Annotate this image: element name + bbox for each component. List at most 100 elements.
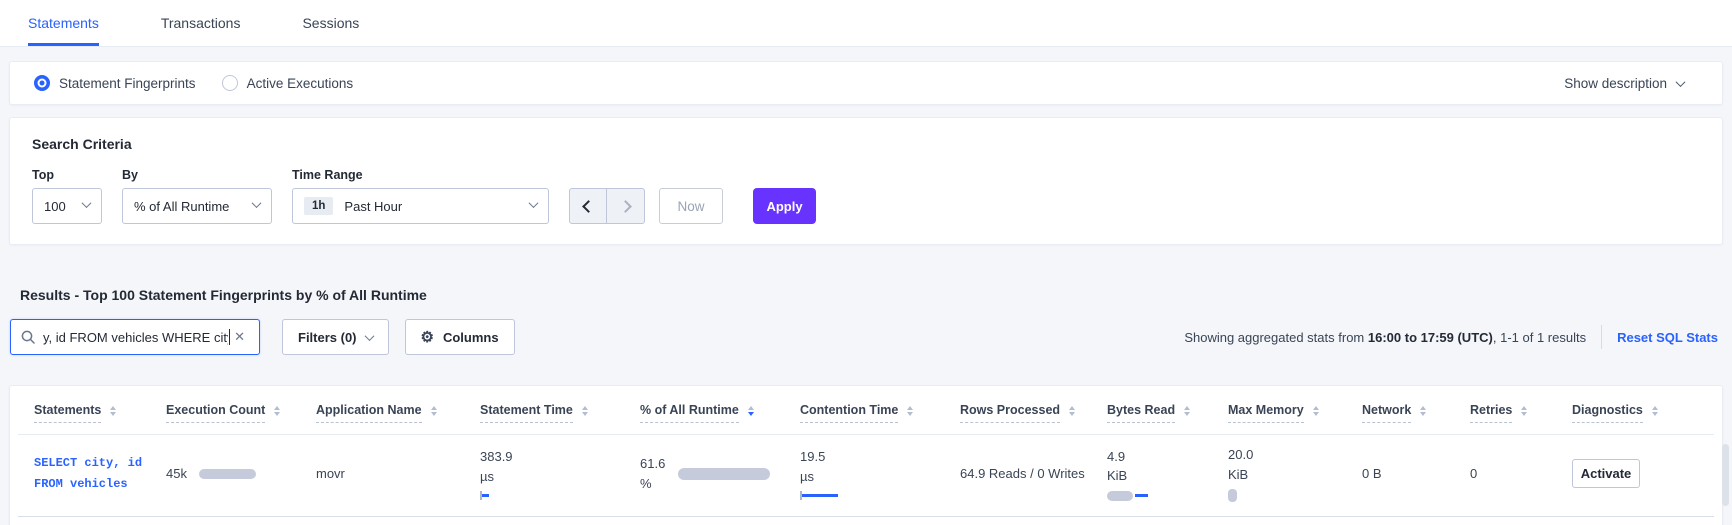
col-header-rows-processed[interactable]: Rows Processed [954, 386, 1101, 435]
col-header-pct-all-runtime[interactable]: % of All Runtime [634, 386, 794, 435]
time-range-field: Time Range 1h Past Hour [292, 168, 549, 224]
col-header-statements[interactable]: Statements [18, 386, 160, 435]
columns-button-label: Columns [442, 329, 499, 345]
sort-icon [1420, 406, 1427, 416]
page-tabbar: Statements Transactions Sessions [0, 0, 1732, 47]
stats-time-range: 16:00 to 17:59 (UTC) [1367, 329, 1493, 345]
table-header-row: Statements Execution Count Application N… [18, 386, 1714, 435]
clear-search-icon[interactable]: ✕ [230, 327, 249, 347]
col-header-network[interactable]: Network [1356, 386, 1464, 435]
show-description-label: Show description [1564, 75, 1667, 91]
pct-runtime-cell: 61.6 % [640, 454, 788, 493]
col-header-bytes-read[interactable]: Bytes Read [1101, 386, 1222, 435]
top-select-value: 100 [44, 198, 66, 214]
radio-selected-icon [34, 75, 50, 91]
top-field: Top 100 [32, 168, 102, 224]
results-table-card: Statements Execution Count Application N… [9, 385, 1723, 525]
tab-transactions[interactable]: Transactions [161, 0, 241, 46]
sort-icon [581, 406, 588, 416]
apply-button[interactable]: Apply [753, 188, 816, 224]
radio-unselected-icon [221, 75, 238, 91]
top-label: Top [32, 168, 54, 182]
time-range-label: Time Range [292, 168, 363, 182]
rows-processed-cell: 64.9 Reads / 0 Writes [960, 466, 1085, 481]
execution-count-bar [198, 468, 256, 479]
tab-statements[interactable]: Statements [28, 0, 99, 46]
results-toolbar-right: Showing aggregated stats from 16:00 to 1… [1184, 325, 1722, 349]
sort-icon [1184, 406, 1191, 416]
aggregated-stats-text: Showing aggregated stats from 16:00 to 1… [1184, 329, 1587, 345]
chevron-down-icon [81, 198, 92, 209]
radio-statement-fingerprints[interactable]: Statement Fingerprints [34, 75, 196, 91]
col-header-application-name[interactable]: Application Name [310, 386, 474, 435]
radio-active-executions-label: Active Executions [246, 75, 354, 91]
max-memory-bar [1228, 489, 1350, 502]
filters-button-label: Filters (0) [298, 329, 357, 345]
statement-search-input[interactable]: y, id FROM vehicles WHERE city = $1 ✕ [10, 319, 260, 355]
search-criteria-card: Search Criteria Top 100 By % of All Runt… [9, 117, 1723, 245]
statement-fingerprint-link[interactable]: SELECT city, id FROM vehicles [34, 453, 154, 494]
view-toggle-card: Statement Fingerprints Active Executions… [9, 61, 1723, 105]
vertical-scrollbar[interactable] [1722, 444, 1729, 506]
statement-time-bar [480, 491, 628, 500]
time-nav-group [569, 188, 645, 224]
time-next-button[interactable] [607, 188, 645, 224]
time-prev-button[interactable] [569, 188, 607, 224]
search-icon [21, 330, 35, 344]
by-field: By % of All Runtime [122, 168, 272, 224]
top-select[interactable]: 100 [32, 188, 102, 224]
gear-icon: ⚙ [420, 328, 434, 346]
sort-icon [274, 406, 281, 416]
application-name-cell: movr [316, 466, 345, 481]
chevron-down-icon [364, 330, 374, 341]
sort-icon-active-desc [747, 406, 754, 416]
by-select-value: % of All Runtime [134, 198, 230, 214]
bytes-read-cell: 4.9 KiB [1107, 447, 1216, 501]
sort-icon [110, 406, 117, 416]
time-range-select[interactable]: 1h Past Hour [292, 188, 549, 224]
statements-table: Statements Execution Count Application N… [18, 386, 1714, 517]
now-button[interactable]: Now [659, 188, 723, 224]
chevron-down-icon [1675, 76, 1686, 87]
chevron-right-icon [619, 199, 632, 213]
contention-time-bar [800, 491, 948, 500]
statement-time-cell: 383.9 µs [480, 447, 628, 500]
sort-icon [1069, 406, 1076, 416]
results-heading: Results - Top 100 Statement Fingerprints… [20, 287, 427, 303]
results-toolbar: y, id FROM vehicles WHERE city = $1 ✕ Fi… [10, 319, 1722, 355]
columns-button[interactable]: ⚙ Columns [404, 319, 515, 355]
reset-sql-stats-link[interactable]: Reset SQL Stats [1617, 330, 1718, 345]
radio-statement-fingerprints-label: Statement Fingerprints [59, 75, 196, 91]
col-header-retries[interactable]: Retries [1464, 386, 1566, 435]
retries-cell: 0 [1470, 466, 1478, 481]
by-select[interactable]: % of All Runtime [122, 188, 272, 224]
col-header-statement-time[interactable]: Statement Time [474, 386, 634, 435]
col-header-contention-time[interactable]: Contention Time [794, 386, 954, 435]
time-range-badge: 1h [304, 197, 334, 215]
activate-diagnostics-button[interactable]: Activate [1572, 459, 1640, 488]
chevron-left-icon [581, 199, 595, 213]
contention-time-cell: 19.5 µs [800, 447, 948, 500]
pct-runtime-bar [678, 467, 771, 480]
sort-icon [907, 406, 914, 416]
search-criteria-controls: Top 100 By % of All Runtime Time Range 1… [32, 168, 1700, 224]
sort-icon [1521, 406, 1528, 416]
col-header-execution-count[interactable]: Execution Count [160, 386, 310, 435]
sort-icon [1312, 406, 1319, 416]
tab-sessions[interactable]: Sessions [302, 0, 359, 46]
table-row: SELECT city, id FROM vehicles 45k movr 3… [18, 434, 1714, 517]
filters-button[interactable]: Filters (0) [282, 319, 389, 355]
search-criteria-title: Search Criteria [32, 136, 132, 152]
chevron-down-icon [251, 198, 262, 209]
vertical-divider [1601, 325, 1603, 349]
sort-icon [1651, 406, 1658, 416]
col-header-max-memory[interactable]: Max Memory [1222, 386, 1356, 435]
chevron-down-icon [528, 198, 539, 209]
show-description-toggle[interactable]: Show description [1564, 76, 1698, 91]
max-memory-cell: 20.0 KiB [1228, 445, 1350, 502]
radio-active-executions[interactable]: Active Executions [221, 75, 354, 91]
sort-icon [430, 406, 437, 416]
network-cell: 0 B [1362, 466, 1382, 481]
col-header-diagnostics[interactable]: Diagnostics [1566, 386, 1714, 435]
by-label: By [122, 168, 138, 182]
